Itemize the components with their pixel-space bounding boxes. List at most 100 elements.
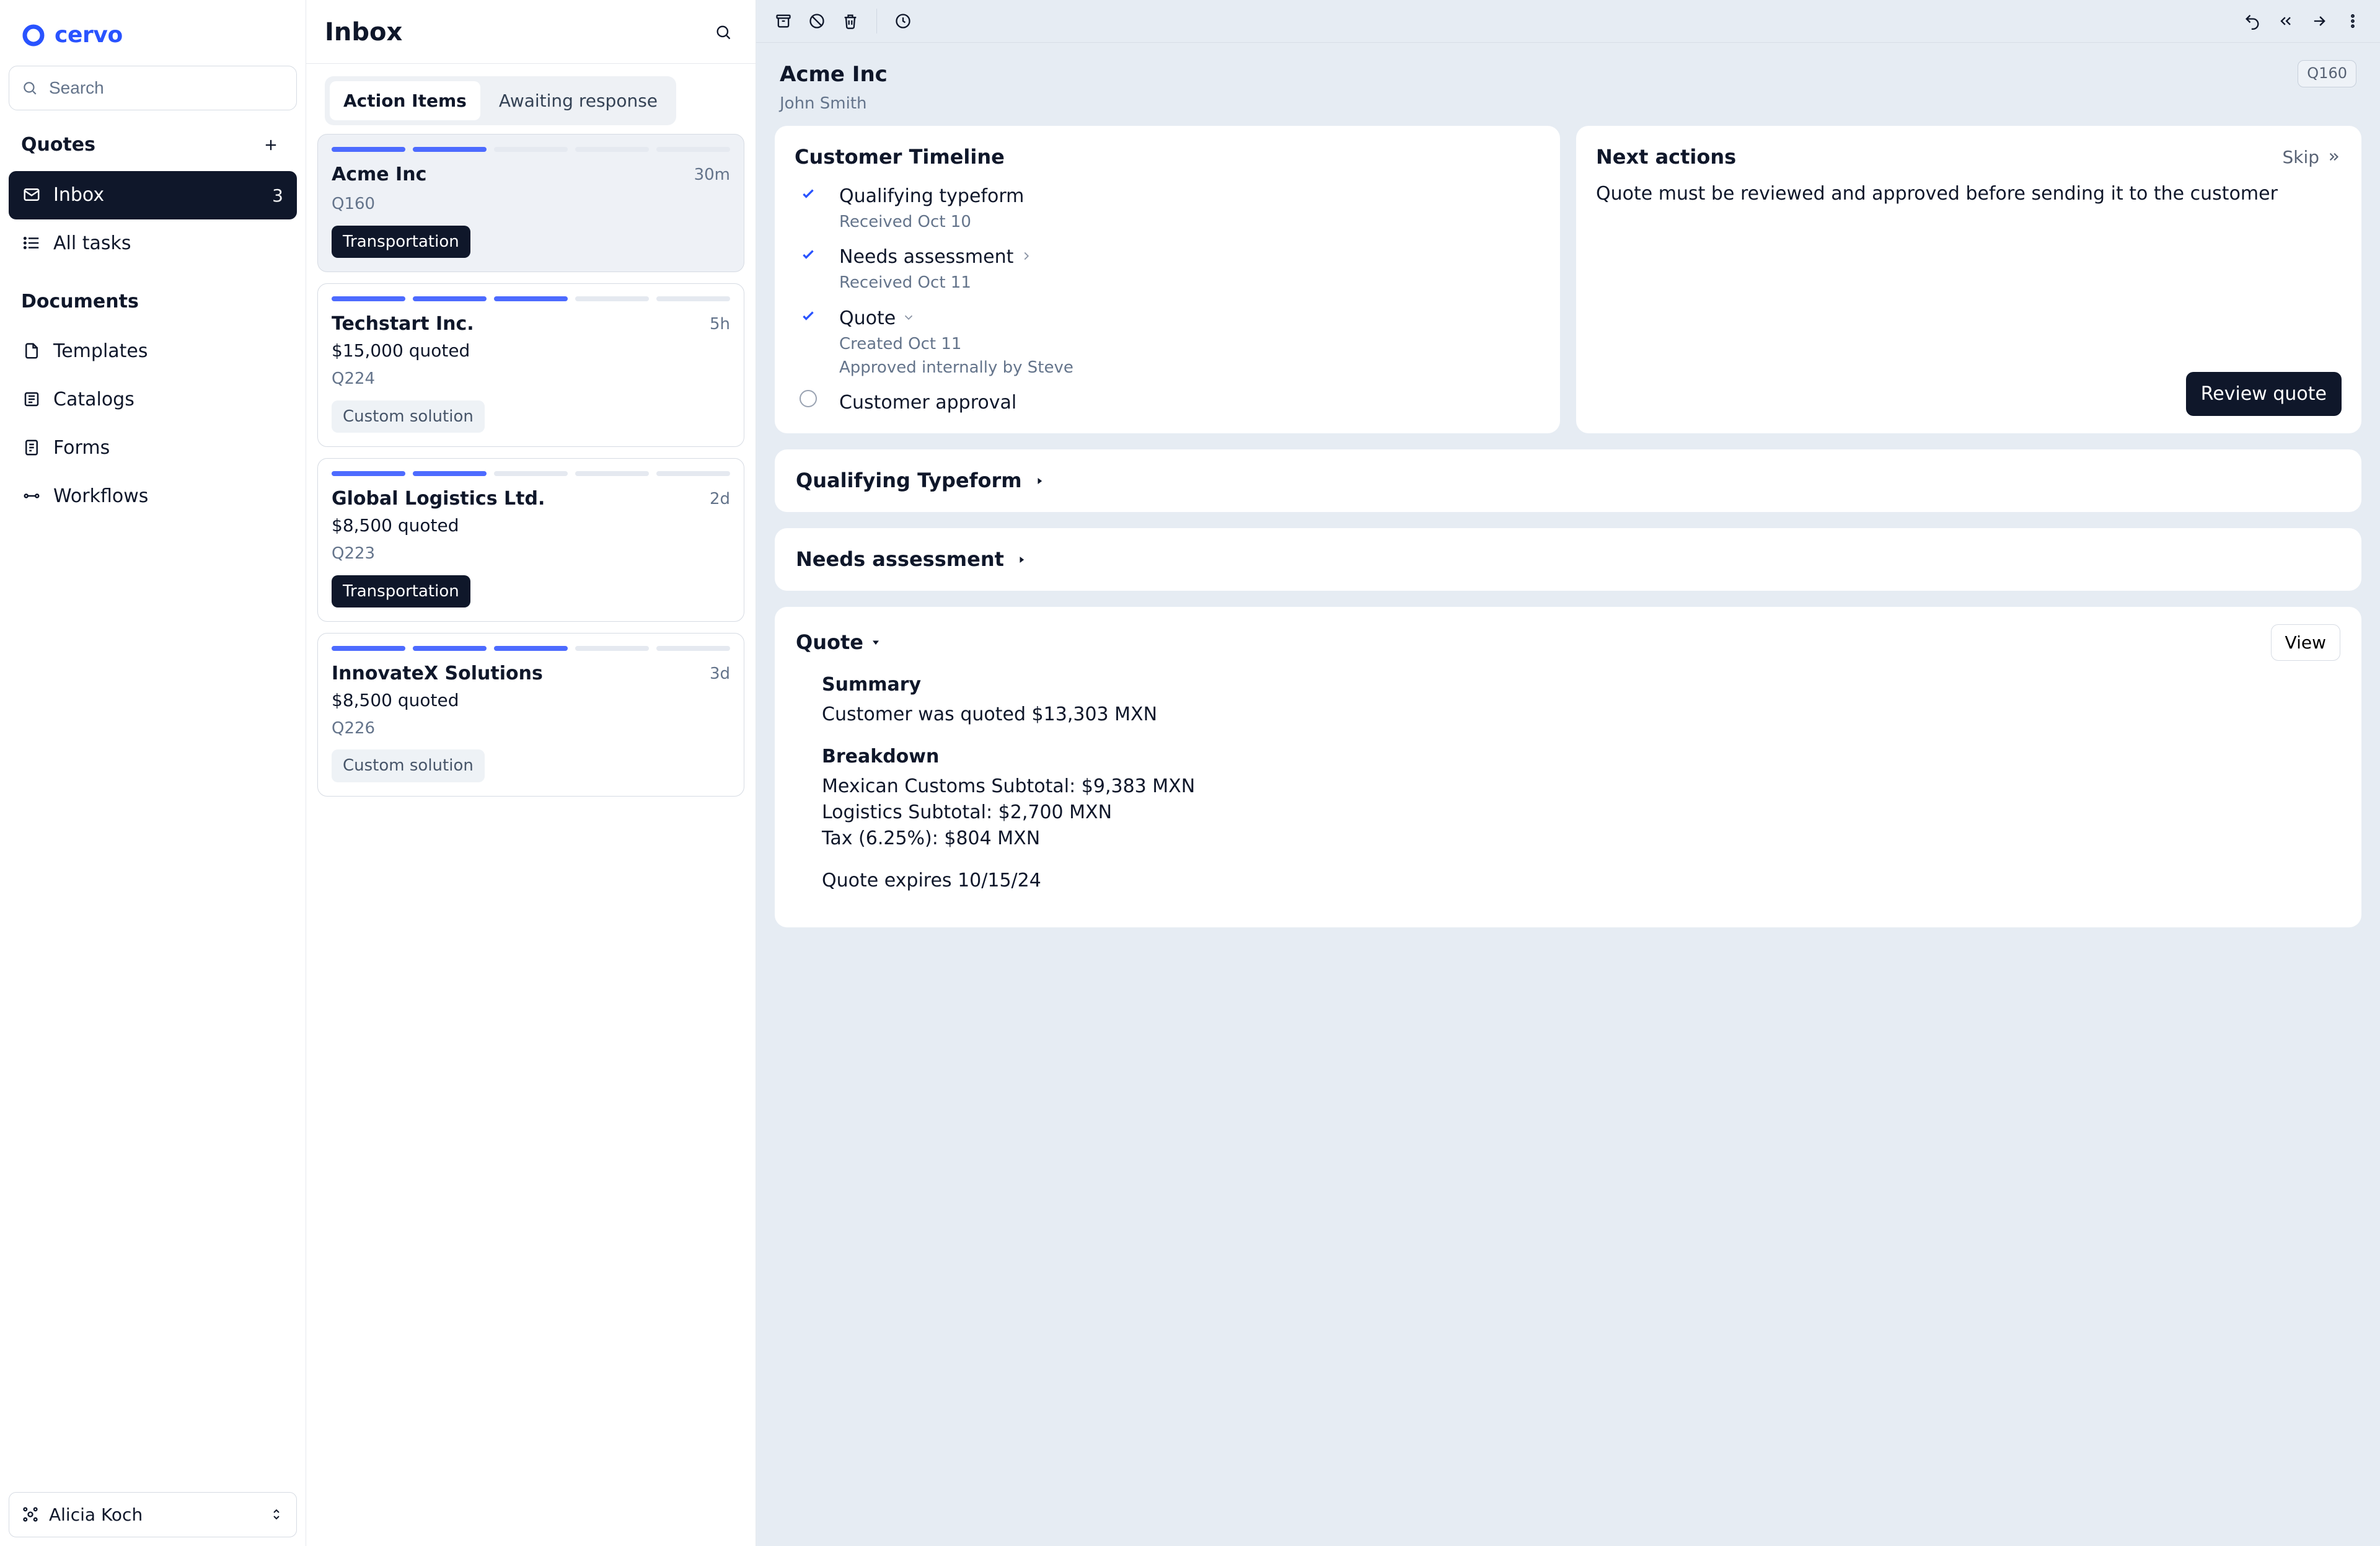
panel-next-actions: Next actions Skip Quote must be reviewed…: [1576, 126, 2361, 433]
list-item[interactable]: Techstart Inc.5h$15,000 quotedQ224Custom…: [317, 283, 744, 447]
progress-segment: [575, 296, 649, 301]
next-actions-title: Next actions: [1596, 143, 1736, 171]
skip-button[interactable]: Skip: [2282, 145, 2342, 169]
prev-button[interactable]: [2272, 7, 2299, 35]
progress-segment: [332, 471, 405, 476]
logo-icon: [21, 23, 46, 48]
logo[interactable]: cervo: [9, 9, 297, 66]
sidebar-item-forms[interactable]: Forms: [9, 424, 297, 472]
sidebar-item-templates[interactable]: Templates: [9, 327, 297, 376]
detail-toolbar: [756, 0, 2380, 43]
breakdown-label: Breakdown: [822, 744, 2340, 770]
tab-action-items[interactable]: Action Items: [330, 81, 480, 120]
file-icon: [22, 342, 42, 361]
section-documents-label: Documents: [21, 289, 139, 315]
card-time: 5h: [710, 313, 730, 335]
add-quote-button[interactable]: [257, 131, 284, 159]
snooze-button[interactable]: [803, 7, 831, 35]
list-search-button[interactable]: [710, 19, 737, 46]
review-quote-button[interactable]: Review quote: [2186, 372, 2342, 416]
caret-down-icon[interactable]: [870, 636, 882, 648]
timeline-step-title: Quote: [839, 306, 1540, 332]
sidebar-item-label: Catalogs: [53, 387, 134, 413]
sidebar-item-catalogs[interactable]: Catalogs: [9, 376, 297, 424]
archive-button[interactable]: [770, 7, 797, 35]
progress-segment: [575, 471, 649, 476]
card-company: Global Logistics Ltd.: [332, 486, 545, 512]
user-switcher[interactable]: Alicia Koch: [9, 1492, 297, 1537]
card-sub: $8,500 quoted: [332, 688, 730, 712]
timeline-step-title: Qualifying typeform: [839, 183, 1540, 210]
sidebar-item-label: Inbox: [53, 182, 104, 208]
tab-awaiting-response[interactable]: Awaiting response: [485, 81, 671, 120]
check-icon: [798, 183, 818, 203]
search-input[interactable]: [9, 66, 297, 110]
more-button[interactable]: [2339, 7, 2366, 35]
card-time: 2d: [710, 488, 730, 510]
next-button[interactable]: [2306, 7, 2333, 35]
progress-segment: [413, 296, 487, 301]
catalog-icon: [22, 390, 42, 410]
progress-segment: [413, 471, 487, 476]
section-documents-header: Documents: [9, 268, 297, 327]
brand-name: cervo: [55, 20, 123, 51]
progress-segment: [656, 471, 730, 476]
detail-panel: Acme Inc John Smith Q160 Customer Timeli…: [756, 0, 2380, 1546]
progress-segment: [413, 147, 487, 152]
org-icon: [22, 1506, 39, 1523]
progress-segment: [413, 646, 487, 651]
undo-button[interactable]: [2239, 7, 2266, 35]
card-company: Techstart Inc.: [332, 311, 474, 337]
inbox-icon: [22, 185, 42, 205]
check-icon: [798, 244, 818, 264]
card-quote-id: Q223: [332, 542, 730, 565]
chevron-updown-icon: [269, 1507, 284, 1522]
progress-segment: [494, 646, 568, 651]
timeline-step-sub: Received Oct 10: [839, 211, 1540, 233]
next-actions-desc: Quote must be reviewed and approved befo…: [1596, 181, 2342, 207]
chevron-double-right-icon: [2325, 149, 2342, 165]
view-quote-button[interactable]: View: [2271, 624, 2340, 661]
progress-segment: [494, 147, 568, 152]
card-quote-id: Q224: [332, 368, 730, 390]
sidebar-item-all-tasks[interactable]: All tasks: [9, 219, 297, 268]
accordion-needs-assessment[interactable]: Needs assessment: [775, 528, 2361, 591]
list-item[interactable]: InnovateX Solutions3d$8,500 quotedQ226Cu…: [317, 633, 744, 797]
panel-quote: Quote View Summary Customer was quoted $…: [775, 607, 2361, 927]
delete-button[interactable]: [837, 7, 864, 35]
list-item[interactable]: Acme Inc30mQ160Transportation: [317, 134, 744, 272]
timeline-title: Customer Timeline: [795, 143, 1005, 171]
workflow-icon: [22, 487, 42, 506]
sidebar-item-inbox[interactable]: Inbox 3: [9, 171, 297, 219]
accordion-qualifying-typeform[interactable]: Qualifying Typeform: [775, 449, 2361, 512]
progress-segment: [575, 646, 649, 651]
breakdown-line: Logistics Subtotal: $2,700 MXN: [822, 800, 2340, 826]
progress-segment: [656, 646, 730, 651]
sidebar-item-label: Templates: [53, 338, 148, 364]
section-quotes-label: Quotes: [21, 132, 95, 158]
card-tag: Custom solution: [332, 749, 485, 782]
progress-segment: [656, 147, 730, 152]
list-item[interactable]: Global Logistics Ltd.2d$8,500 quotedQ223…: [317, 458, 744, 622]
check-icon: [798, 306, 818, 325]
clock-button[interactable]: [889, 7, 917, 35]
list-tabs: Action Items Awaiting response: [325, 76, 676, 125]
user-name: Alicia Koch: [49, 1503, 143, 1527]
form-icon: [22, 438, 42, 458]
timeline-step: Needs assessmentReceived Oct 11: [795, 244, 1540, 294]
detail-company: Acme Inc: [780, 60, 888, 90]
caret-right-icon: [1015, 554, 1028, 566]
timeline-step: Qualifying typeformReceived Oct 10: [795, 183, 1540, 233]
quote-expiry: Quote expires 10/15/24: [822, 868, 2340, 894]
sidebar-item-badge: 3: [272, 183, 283, 208]
progress-segment: [332, 147, 405, 152]
progress-segment: [575, 147, 649, 152]
progress-segment: [656, 296, 730, 301]
detail-quote-id: Q160: [2298, 60, 2356, 87]
search-icon: [22, 80, 38, 96]
timeline-step-title: Needs assessment: [839, 244, 1540, 270]
chevron-down-icon: [902, 311, 915, 324]
timeline-step-title: Customer approval: [839, 390, 1540, 416]
card-sub: $15,000 quoted: [332, 338, 730, 363]
sidebar-item-workflows[interactable]: Workflows: [9, 472, 297, 521]
